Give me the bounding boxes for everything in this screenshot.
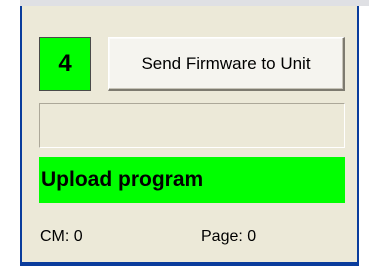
firmware-step-panel: 4 Send Firmware to Unit Upload program C… — [20, 6, 359, 266]
cm-counter-label: CM: 0 — [40, 228, 83, 245]
page-counter-label: Page: 0 — [201, 228, 257, 245]
step-number-indicator: 4 — [39, 37, 91, 91]
window-frame: 4 Send Firmware to Unit Upload program C… — [0, 0, 369, 276]
upload-status-label: Upload program — [39, 157, 345, 203]
frame-left-margin — [0, 0, 20, 276]
bottom-margin — [0, 266, 369, 276]
send-firmware-button[interactable]: Send Firmware to Unit — [108, 37, 345, 91]
upload-progress-bar — [39, 103, 345, 148]
